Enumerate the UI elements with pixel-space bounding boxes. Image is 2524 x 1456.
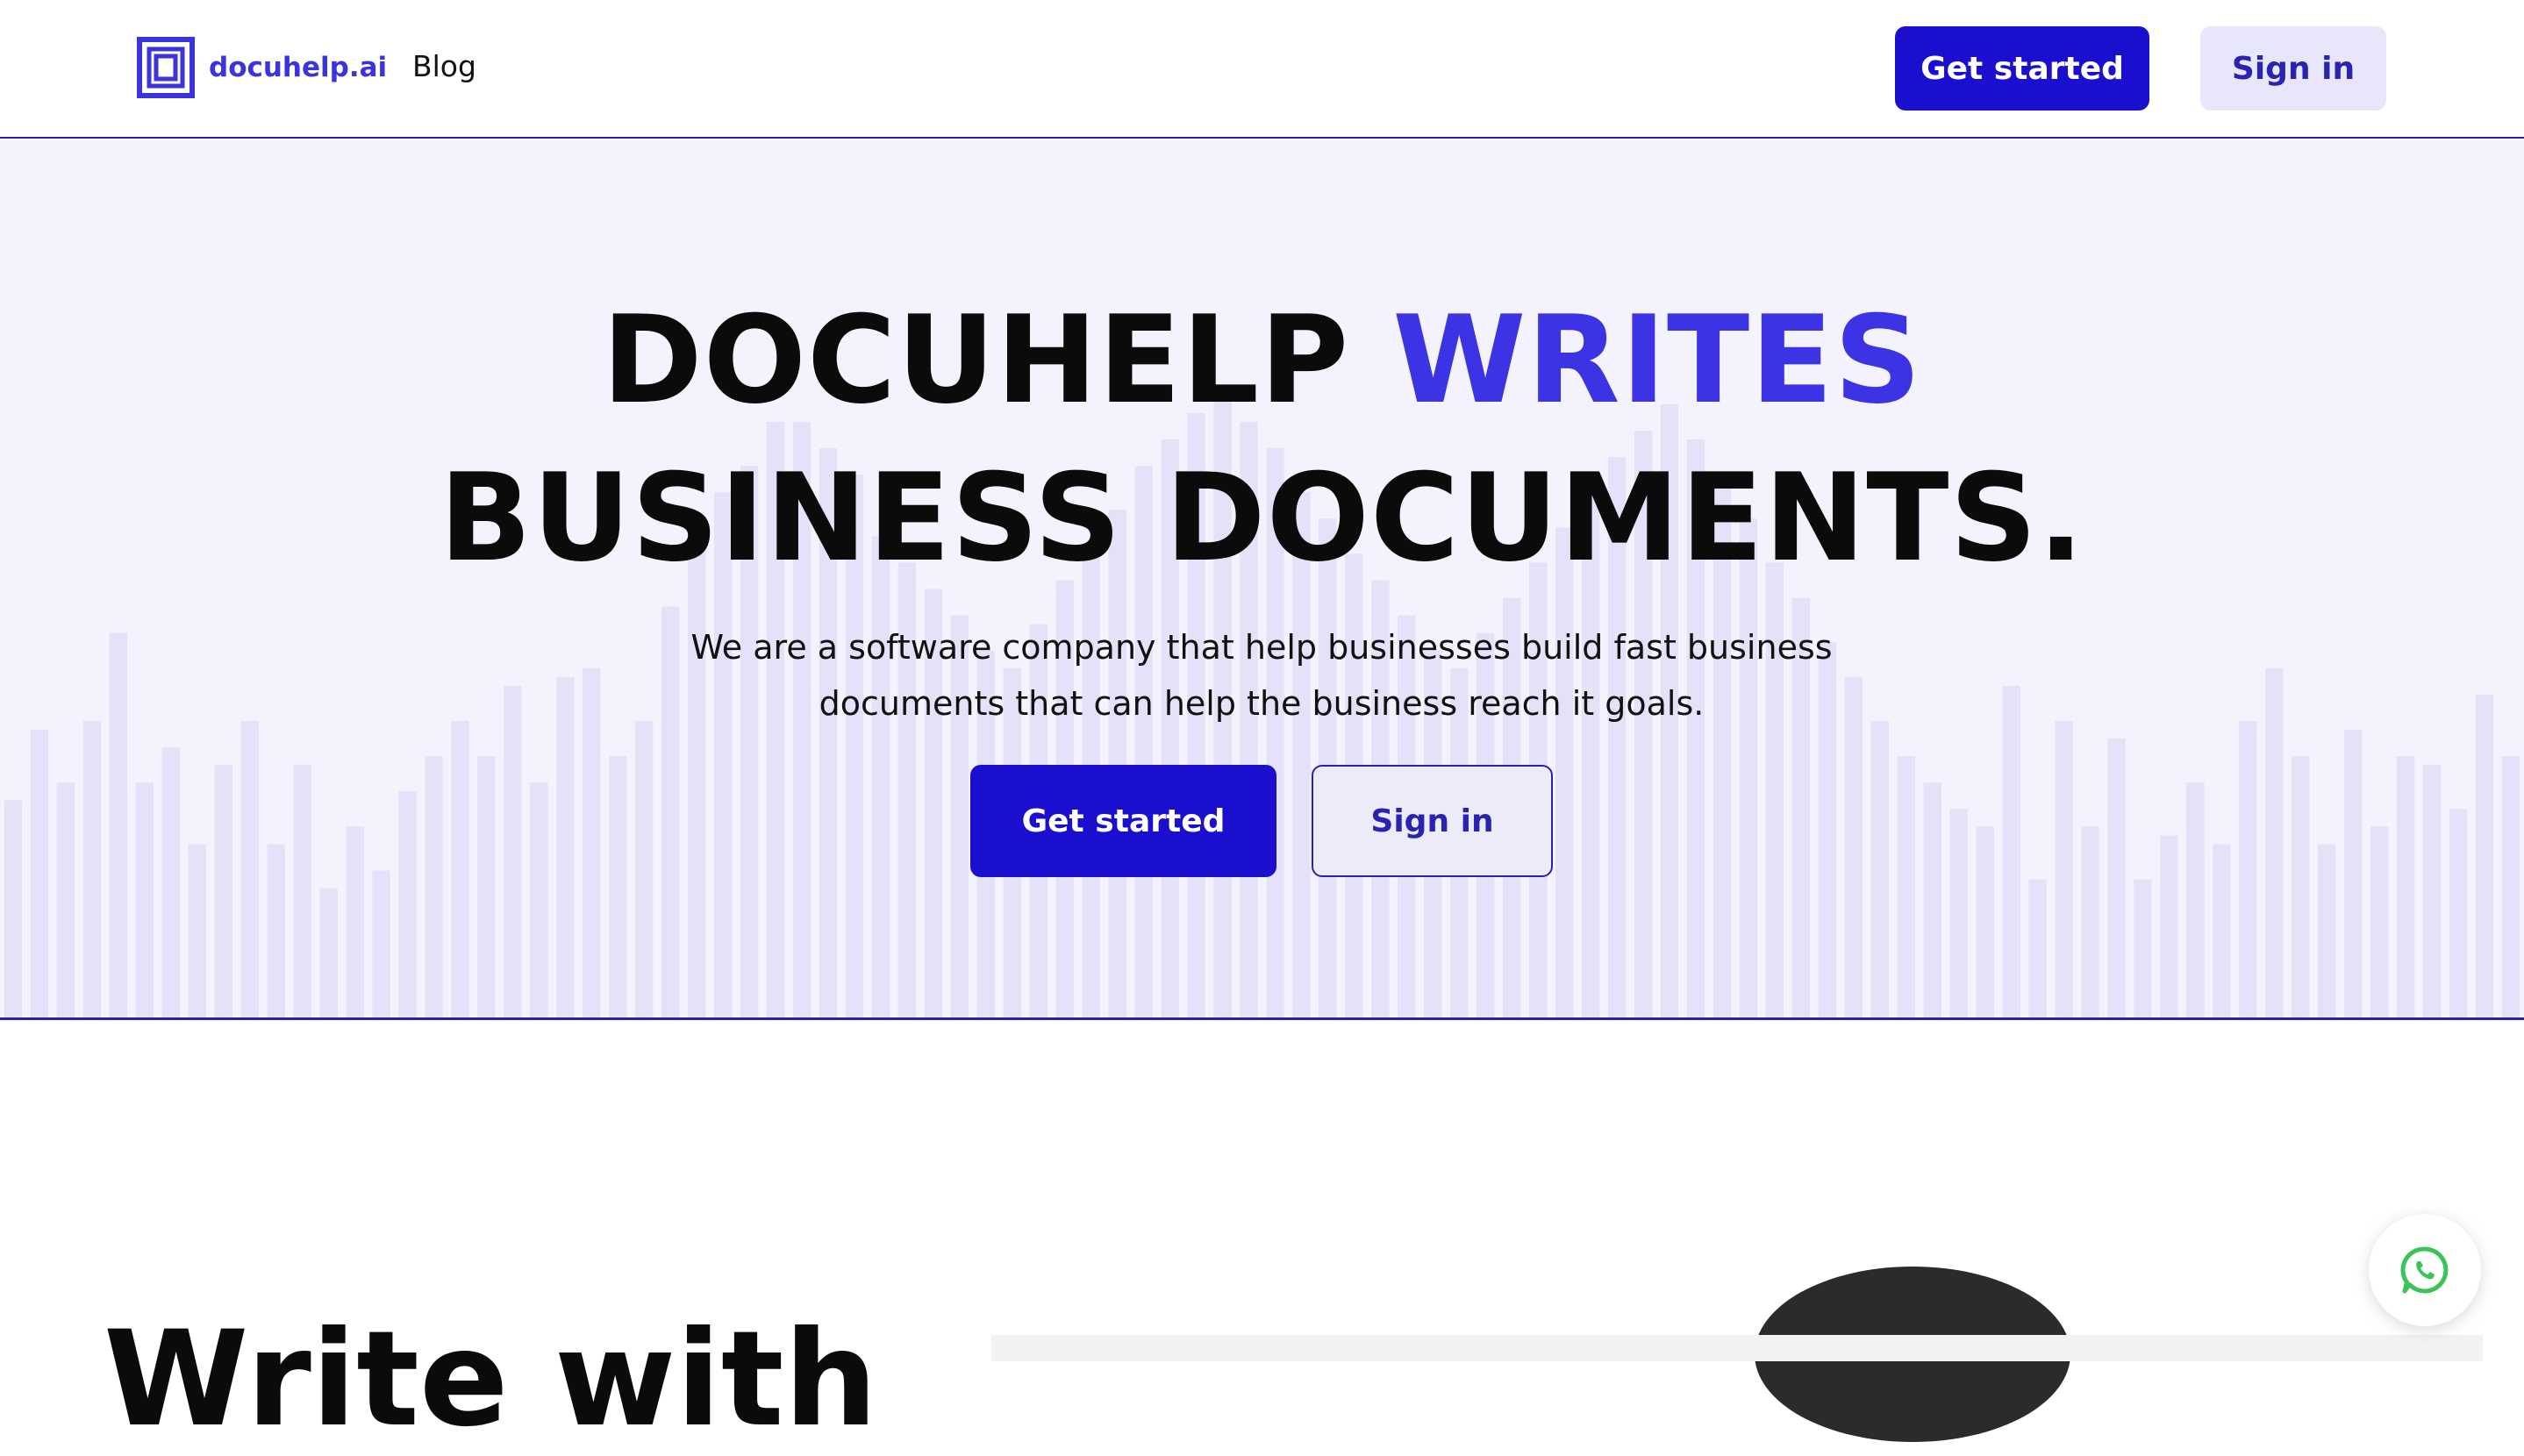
hero-get-started-button[interactable]: Get started <box>970 765 1276 877</box>
decor-bar <box>56 782 75 1017</box>
decor-bar <box>240 721 259 1017</box>
decor-bar <box>2422 765 2442 1017</box>
decor-bar <box>2002 685 2020 1017</box>
decor-bar <box>82 721 102 1017</box>
decor-bar <box>293 765 311 1017</box>
logo-text: docuhelp.ai <box>209 52 388 83</box>
decor-bar <box>583 667 601 1017</box>
hero-sign-in-button[interactable]: Sign in <box>1312 765 1553 877</box>
decor-bar <box>398 791 417 1017</box>
decor-bar <box>2449 809 2468 1017</box>
decor-bar <box>2213 844 2231 1017</box>
decor-bar <box>451 721 469 1017</box>
decor-bar <box>1897 756 1915 1017</box>
decor-bar <box>135 782 154 1017</box>
decor-bar <box>2370 826 2389 1017</box>
decor-bar <box>530 782 548 1017</box>
nav-get-started-button[interactable]: Get started <box>1895 26 2149 111</box>
decor-bar <box>346 826 364 1017</box>
decor-bar <box>2055 721 2073 1017</box>
decor-bar <box>2028 879 2047 1017</box>
decor-bar <box>30 730 49 1017</box>
decor-bar <box>1870 721 1889 1017</box>
decor-bar <box>1976 826 1994 1017</box>
top-navbar: docuhelp.ai Blog Get started Sign in <box>0 0 2524 139</box>
decor-bar <box>1949 809 1968 1017</box>
hero-subtitle-line2: documents that can help the business rea… <box>819 684 1705 723</box>
decor-bar <box>2239 721 2257 1017</box>
decor-bar <box>504 685 522 1017</box>
decor-bar <box>2318 844 2336 1017</box>
decor-bar <box>109 632 128 1017</box>
decor-bar <box>372 870 390 1017</box>
decor-bar <box>477 756 496 1017</box>
hero-title-part1: DOCUHELP <box>602 289 1393 431</box>
decor-bar <box>319 888 338 1017</box>
decor-bar <box>4 800 23 1017</box>
nav-sign-in-button[interactable]: Sign in <box>2200 26 2386 111</box>
decor-bar <box>688 536 706 1017</box>
decor-bar <box>2344 730 2363 1017</box>
decor-bar <box>188 844 206 1017</box>
nav-link-blog[interactable]: Blog <box>412 49 476 83</box>
decor-bar <box>2107 739 2126 1017</box>
decor-bar <box>1739 518 1758 1017</box>
decor-bar <box>1923 782 1941 1017</box>
hero-subtitle: We are a software company that help busi… <box>647 619 1876 732</box>
hero-title-line1: DOCUHELP WRITES <box>0 289 2524 431</box>
whatsapp-icon <box>2400 1246 2449 1294</box>
logo[interactable]: docuhelp.ai <box>137 37 387 98</box>
decor-bar <box>556 676 575 1017</box>
decor-bar <box>2397 756 2415 1017</box>
decor-bar <box>2501 756 2520 1017</box>
decor-bar <box>2186 782 2205 1017</box>
decor-bar <box>2160 835 2178 1017</box>
section-title: Write with <box>104 1303 878 1456</box>
decor-bar <box>267 844 285 1017</box>
decor-bar <box>2265 667 2284 1017</box>
decor-bar <box>2081 826 2099 1017</box>
hero-title-accent: WRITES <box>1392 289 1922 431</box>
decor-bar <box>161 747 180 1017</box>
decor-bar <box>425 756 443 1017</box>
docuhelp-logo-icon <box>137 37 195 98</box>
hero-section: DOCUHELP WRITES BUSINESS DOCUMENTS. We a… <box>0 140 2524 1020</box>
decor-bar <box>1555 527 1574 1017</box>
decor-bar <box>2134 879 2152 1017</box>
decor-bar <box>2475 694 2494 1017</box>
decor-bar <box>871 536 890 1017</box>
decor-bar <box>635 721 654 1017</box>
decor-bar <box>214 765 232 1017</box>
whatsapp-chat-button[interactable] <box>2369 1214 2481 1326</box>
photo-card <box>991 1335 2483 1361</box>
decor-bar <box>2292 756 2310 1017</box>
hero-subtitle-line1: We are a software company that help busi… <box>690 628 1833 667</box>
decor-bar <box>609 756 627 1017</box>
hero-title-line2: BUSINESS DOCUMENTS. <box>439 447 2085 589</box>
